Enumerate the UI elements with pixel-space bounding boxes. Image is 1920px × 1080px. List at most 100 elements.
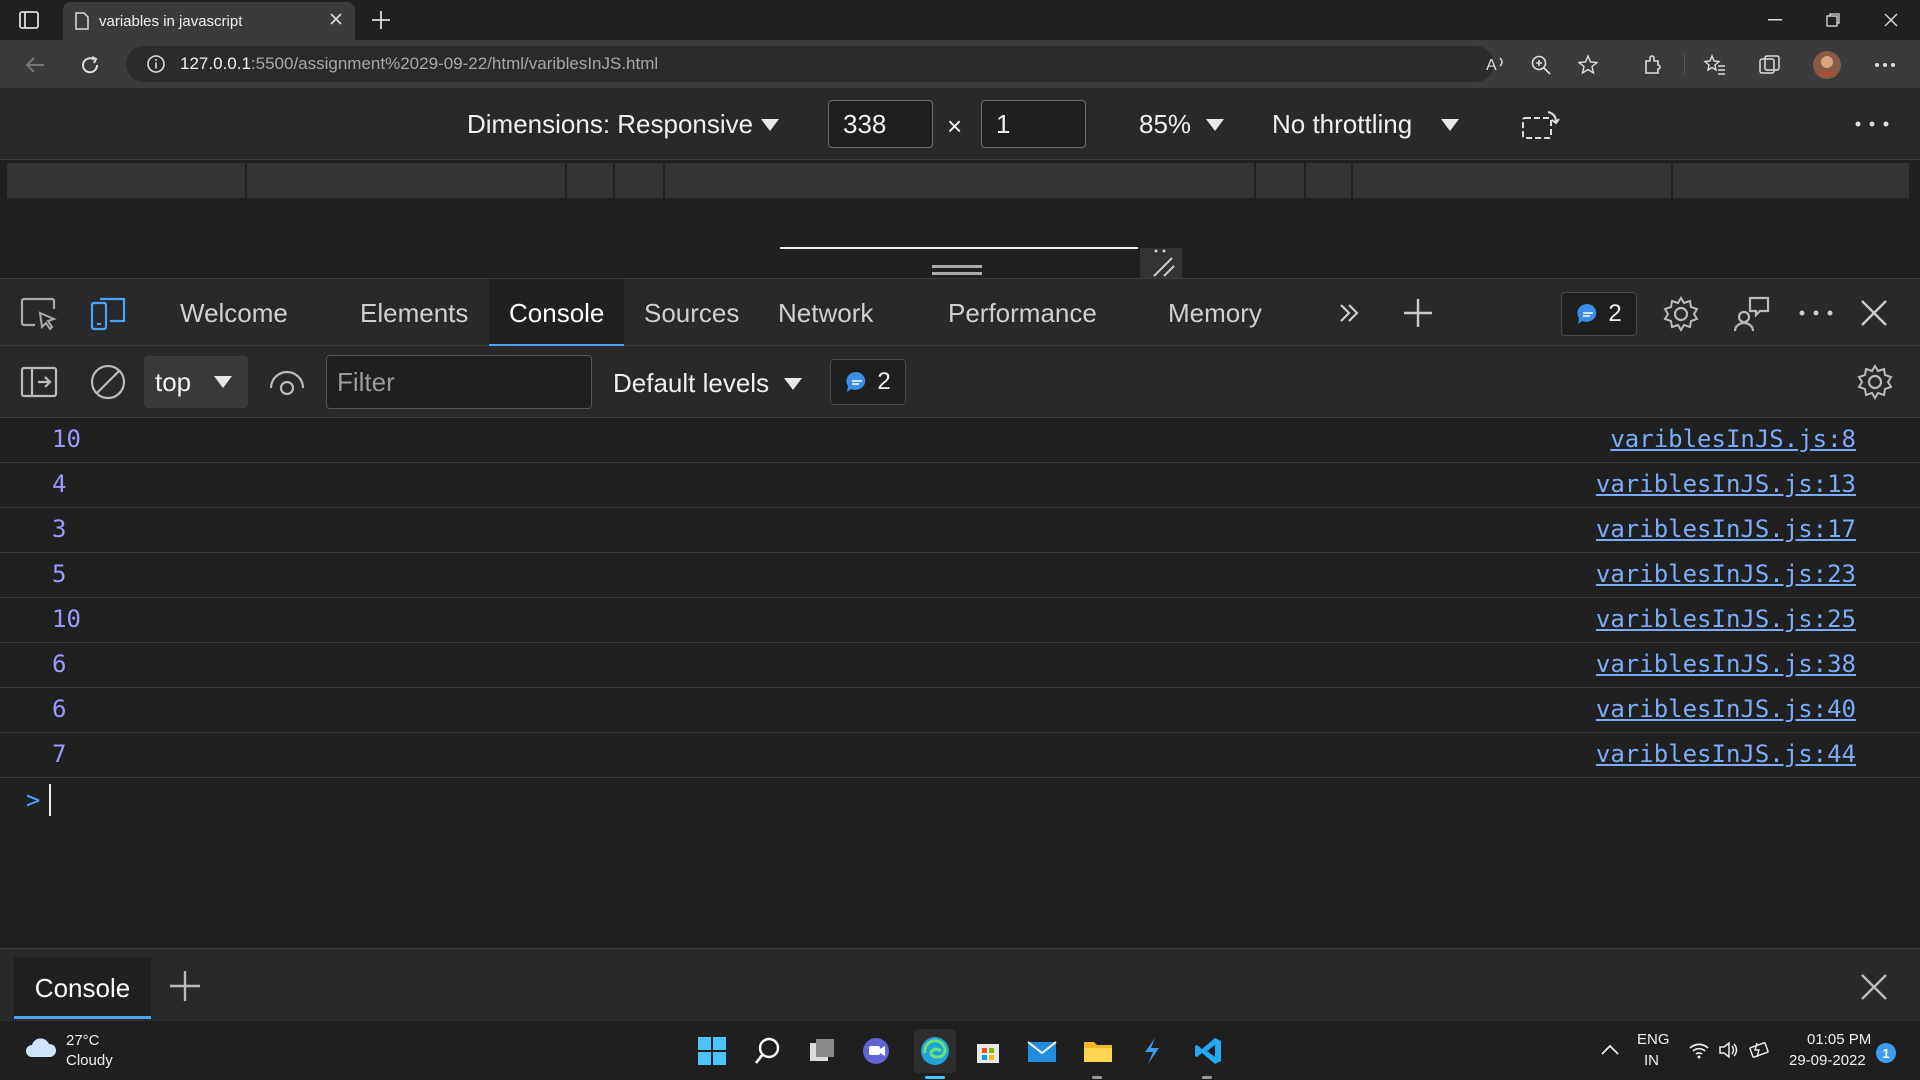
tab-performance[interactable]: Performance bbox=[928, 279, 1117, 347]
start-icon[interactable] bbox=[694, 1033, 730, 1069]
close-drawer-icon[interactable] bbox=[1860, 973, 1888, 1001]
dimension-times-label: × bbox=[947, 111, 963, 141]
url-bar[interactable]: 127.0.0.1:5500/assignment%2029-09-22/htm… bbox=[126, 46, 1599, 82]
source-link[interactable]: variblesInJS.js:8 bbox=[1610, 425, 1856, 453]
language-label[interactable]: ENG bbox=[1637, 1031, 1670, 1048]
powertoys-icon[interactable] bbox=[1134, 1033, 1170, 1069]
devtools-more-icon[interactable] bbox=[1798, 309, 1834, 317]
media-query-segment[interactable] bbox=[7, 163, 247, 198]
height-input[interactable]: 1 bbox=[981, 100, 1086, 148]
more-tabs-icon[interactable] bbox=[1337, 301, 1361, 325]
search-icon[interactable] bbox=[750, 1033, 786, 1069]
device-emulation-icon[interactable] bbox=[90, 295, 128, 331]
task-view-icon[interactable] bbox=[804, 1033, 840, 1069]
device-toolbar: Dimensions: Responsive 338 × 1 85% No th… bbox=[0, 88, 1920, 160]
settings-gear-icon[interactable] bbox=[1662, 295, 1700, 333]
dimensions-chevron-icon[interactable] bbox=[761, 119, 779, 131]
favorites-icon[interactable] bbox=[1700, 50, 1730, 80]
tab-sources[interactable]: Sources bbox=[624, 279, 759, 347]
notification-badge[interactable]: 1 bbox=[1876, 1043, 1896, 1063]
source-link[interactable]: variblesInJS.js:13 bbox=[1596, 470, 1856, 498]
add-favorite-icon[interactable] bbox=[1578, 54, 1600, 76]
vscode-icon[interactable] bbox=[1190, 1033, 1226, 1069]
throttling-chevron-icon[interactable] bbox=[1441, 119, 1459, 131]
source-link[interactable]: variblesInJS.js:38 bbox=[1596, 650, 1856, 678]
media-query-segment[interactable] bbox=[615, 163, 665, 198]
store-icon[interactable] bbox=[970, 1033, 1006, 1069]
tab-welcome[interactable]: Welcome bbox=[160, 279, 308, 347]
zoom-chevron-icon[interactable] bbox=[1206, 119, 1224, 131]
file-explorer-icon[interactable] bbox=[1080, 1033, 1116, 1069]
message-count-badge[interactable]: 2 bbox=[830, 359, 906, 405]
inspect-element-icon[interactable] bbox=[20, 295, 58, 331]
source-link[interactable]: variblesInJS.js:44 bbox=[1596, 740, 1856, 768]
profile-avatar[interactable] bbox=[1812, 50, 1842, 80]
tab-actions-icon[interactable] bbox=[18, 10, 40, 30]
drawer-tab-console[interactable]: Console bbox=[14, 957, 151, 1019]
context-selector[interactable]: top bbox=[144, 356, 248, 408]
media-query-segment[interactable] bbox=[1673, 163, 1911, 198]
minimize-icon[interactable] bbox=[1746, 0, 1804, 40]
media-query-segment[interactable] bbox=[567, 163, 615, 198]
tab-network[interactable]: Network bbox=[758, 279, 893, 347]
close-devtools-icon[interactable] bbox=[1860, 299, 1888, 327]
battery-icon[interactable] bbox=[1748, 1041, 1772, 1059]
refresh-icon[interactable] bbox=[75, 50, 105, 80]
console-input[interactable] bbox=[49, 784, 51, 816]
back-icon[interactable] bbox=[20, 50, 50, 80]
source-link[interactable]: variblesInJS.js:25 bbox=[1596, 605, 1856, 633]
site-info-icon[interactable] bbox=[146, 54, 166, 74]
restore-icon[interactable] bbox=[1804, 0, 1862, 40]
close-tab-icon[interactable] bbox=[329, 12, 343, 26]
volume-icon[interactable] bbox=[1718, 1041, 1740, 1059]
wifi-icon[interactable] bbox=[1688, 1041, 1710, 1059]
media-query-segment[interactable] bbox=[1353, 163, 1673, 198]
tab-elements[interactable]: Elements bbox=[340, 279, 488, 347]
console-settings-icon[interactable] bbox=[1856, 363, 1894, 401]
new-tab-icon[interactable] bbox=[370, 9, 392, 31]
tab-memory[interactable]: Memory bbox=[1148, 279, 1282, 347]
filter-input[interactable]: Filter bbox=[326, 355, 592, 409]
extensions-icon[interactable] bbox=[1638, 50, 1668, 80]
levels-chevron-icon[interactable] bbox=[784, 378, 802, 390]
source-link[interactable]: variblesInJS.js:17 bbox=[1596, 515, 1856, 543]
mail-icon[interactable] bbox=[1024, 1033, 1060, 1069]
source-link[interactable]: variblesInJS.js:23 bbox=[1596, 560, 1856, 588]
zoom-icon[interactable] bbox=[1530, 54, 1552, 76]
drawer-add-tab-icon[interactable] bbox=[168, 969, 202, 1003]
resize-handle[interactable] bbox=[932, 265, 982, 268]
log-levels-dropdown[interactable]: Default levels bbox=[613, 368, 769, 399]
corner-resize-icon[interactable] bbox=[1140, 248, 1182, 278]
live-expression-icon[interactable] bbox=[268, 368, 306, 396]
teams-chat-icon[interactable] bbox=[858, 1033, 894, 1069]
add-tab-icon[interactable] bbox=[1402, 297, 1434, 329]
collections-icon[interactable] bbox=[1755, 50, 1785, 80]
show-hidden-icons-icon[interactable] bbox=[1600, 1043, 1620, 1057]
throttling-dropdown[interactable]: No throttling bbox=[1272, 109, 1412, 140]
media-query-segment[interactable] bbox=[1256, 163, 1306, 198]
edge-icon[interactable] bbox=[914, 1029, 956, 1073]
clear-console-icon[interactable] bbox=[90, 364, 126, 400]
zoom-dropdown[interactable]: 85% bbox=[1139, 109, 1191, 140]
clock-time[interactable]: 01:05 PM bbox=[1807, 1031, 1871, 1048]
tab-console[interactable]: Console bbox=[489, 279, 625, 347]
sidebar-toggle-icon[interactable] bbox=[20, 366, 58, 398]
issues-badge[interactable]: 2 bbox=[1561, 292, 1637, 336]
dimensions-dropdown[interactable]: Dimensions: Responsive bbox=[467, 109, 753, 140]
media-query-segment[interactable] bbox=[665, 163, 1256, 198]
width-input[interactable]: 338 bbox=[828, 100, 933, 148]
device-more-icon[interactable] bbox=[1854, 120, 1890, 128]
media-query-segment[interactable] bbox=[1306, 163, 1353, 198]
media-query-segment[interactable] bbox=[247, 163, 567, 198]
feedback-icon[interactable] bbox=[1732, 295, 1772, 333]
console-message: 10 variblesInJS.js:25 bbox=[0, 598, 1920, 643]
weather-cloud-icon[interactable] bbox=[24, 1035, 58, 1061]
read-aloud-icon[interactable]: A bbox=[1486, 54, 1508, 74]
settings-more-icon[interactable] bbox=[1870, 50, 1900, 80]
log-value: 3 bbox=[52, 515, 67, 543]
rotate-icon[interactable] bbox=[1522, 110, 1560, 140]
close-window-icon[interactable] bbox=[1862, 0, 1920, 40]
console-message: 6 variblesInJS.js:40 bbox=[0, 688, 1920, 733]
browser-tab[interactable]: variables in javascript bbox=[63, 2, 355, 40]
source-link[interactable]: variblesInJS.js:40 bbox=[1596, 695, 1856, 723]
